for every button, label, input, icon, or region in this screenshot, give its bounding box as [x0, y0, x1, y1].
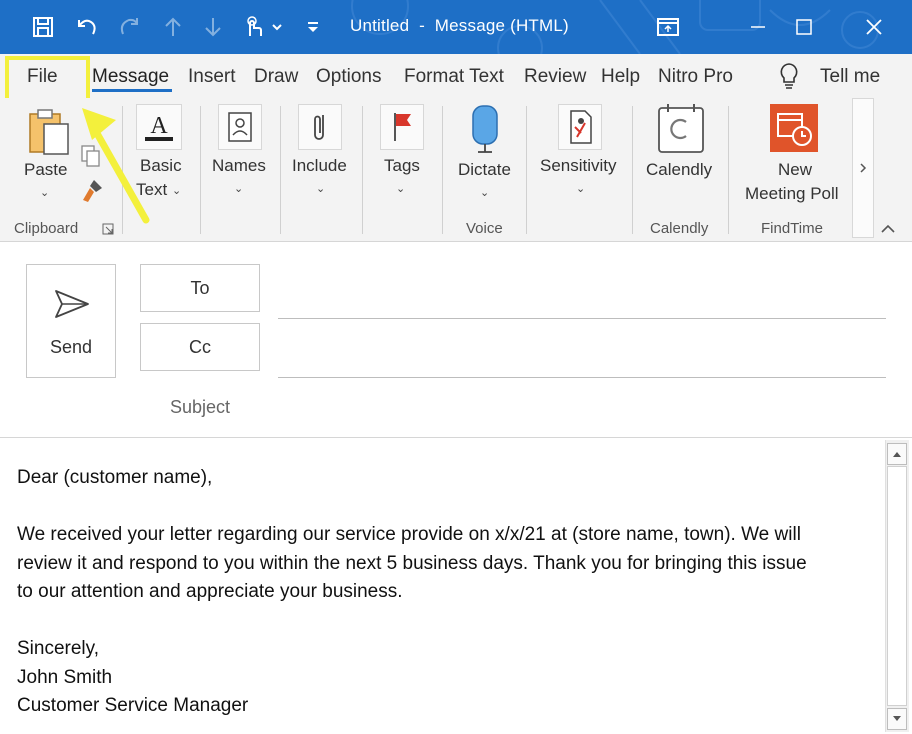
touch-mode-icon[interactable]	[240, 14, 266, 40]
scroll-up-icon[interactable]	[887, 443, 907, 465]
message-body[interactable]: Dear (customer name), We received your l…	[17, 464, 877, 721]
address-book-icon[interactable]	[218, 104, 262, 150]
title-bar: Untitled - Message (HTML)	[0, 0, 912, 54]
customize-qat-icon[interactable]	[300, 14, 326, 40]
tell-me-search[interactable]: Tell me	[820, 66, 880, 88]
subject-label[interactable]: Subject	[170, 397, 230, 418]
file-tab-highlight	[5, 56, 90, 104]
window-title: Untitled - Message (HTML)	[350, 16, 569, 35]
cc-input[interactable]	[278, 377, 886, 378]
chevron-down-icon[interactable]: ⌄	[234, 182, 243, 195]
ribbon-scroll-right[interactable]	[852, 98, 874, 238]
group-separator	[728, 106, 729, 234]
collapse-ribbon-icon[interactable]	[880, 222, 896, 240]
paste-label[interactable]: Paste	[24, 160, 67, 180]
body-line: review it and respond to you within the …	[17, 552, 807, 574]
body-scrollbar[interactable]	[885, 440, 909, 732]
cc-button[interactable]: Cc	[140, 323, 260, 371]
group-separator	[632, 106, 633, 234]
tab-insert[interactable]: Insert	[188, 66, 236, 88]
findtime-group-label: FindTime	[761, 220, 823, 237]
voice-group-label: Voice	[466, 220, 503, 237]
close-icon[interactable]	[852, 8, 896, 46]
tab-help[interactable]: Help	[601, 66, 640, 88]
scroll-down-icon[interactable]	[887, 708, 907, 730]
group-separator	[200, 106, 201, 234]
tab-format-text[interactable]: Format Text	[404, 66, 504, 88]
annotation-arrow	[82, 108, 150, 224]
paste-icon[interactable]	[26, 106, 72, 161]
tags-label[interactable]: Tags	[384, 156, 420, 176]
send-icon	[55, 290, 89, 318]
group-separator	[362, 106, 363, 234]
sensitivity-icon[interactable]	[558, 104, 602, 150]
tab-review[interactable]: Review	[524, 66, 586, 88]
chevron-down-icon[interactable]: ⌄	[480, 186, 489, 199]
up-icon[interactable]	[160, 14, 186, 40]
header-body-divider	[0, 437, 912, 438]
tab-nitro-pro[interactable]: Nitro Pro	[658, 66, 733, 88]
closing: Sincerely,	[17, 638, 100, 659]
greeting: Dear (customer name),	[17, 467, 213, 488]
dictate-label[interactable]: Dictate	[458, 160, 511, 180]
signature-role: Customer Service Manager	[17, 695, 249, 716]
tab-options[interactable]: Options	[316, 66, 381, 88]
calendly-group-label: Calendly	[650, 220, 709, 237]
chevron-down-icon[interactable]	[268, 14, 286, 40]
chevron-right-icon	[860, 163, 867, 173]
to-input[interactable]	[278, 318, 886, 319]
chevron-down-icon[interactable]: ⌄	[172, 184, 181, 197]
chevron-down-icon[interactable]: ⌄	[576, 182, 585, 195]
chevron-down-icon[interactable]: ⌄	[396, 182, 405, 195]
sensitivity-label[interactable]: Sensitivity	[540, 156, 617, 176]
scrollbar-track[interactable]	[887, 466, 907, 706]
send-label: Send	[49, 337, 93, 357]
ribbon-display-icon[interactable]	[646, 8, 690, 46]
include-label[interactable]: Include	[292, 156, 347, 176]
down-icon[interactable]	[200, 14, 226, 40]
microphone-icon[interactable]	[468, 104, 502, 161]
new-meeting-poll-icon[interactable]	[770, 104, 818, 157]
body-line: to our attention and appreciate your bus…	[17, 581, 403, 602]
redo-icon[interactable]	[116, 14, 142, 40]
chevron-down-icon[interactable]: ⌄	[316, 182, 325, 195]
active-tab-indicator	[92, 89, 172, 92]
save-icon[interactable]	[30, 14, 56, 40]
chevron-down-icon[interactable]: ⌄	[40, 186, 49, 199]
tab-draw[interactable]: Draw	[254, 66, 298, 88]
lightbulb-icon[interactable]	[778, 62, 800, 95]
names-label[interactable]: Names	[212, 156, 266, 176]
maximize-icon[interactable]	[782, 8, 826, 46]
minimize-icon[interactable]	[736, 8, 780, 46]
tab-message[interactable]: Message	[92, 66, 169, 88]
undo-icon[interactable]	[74, 14, 100, 40]
clipboard-group-label: Clipboard	[14, 220, 79, 237]
signature-name: John Smith	[17, 666, 113, 688]
calendly-icon[interactable]	[656, 102, 706, 159]
calendly-label[interactable]: Calendly	[646, 160, 712, 180]
group-separator	[280, 106, 281, 234]
new-meeting-poll-label-2[interactable]: Meeting Poll	[745, 184, 839, 204]
body-line: We received your letter regarding our se…	[17, 524, 801, 545]
to-button[interactable]: To	[140, 264, 260, 312]
new-meeting-poll-label-1[interactable]: New	[778, 160, 812, 180]
send-button[interactable]: Send	[26, 264, 116, 378]
group-separator	[526, 106, 527, 234]
group-separator	[442, 106, 443, 234]
paperclip-icon[interactable]	[298, 104, 342, 150]
flag-icon[interactable]	[380, 104, 424, 150]
